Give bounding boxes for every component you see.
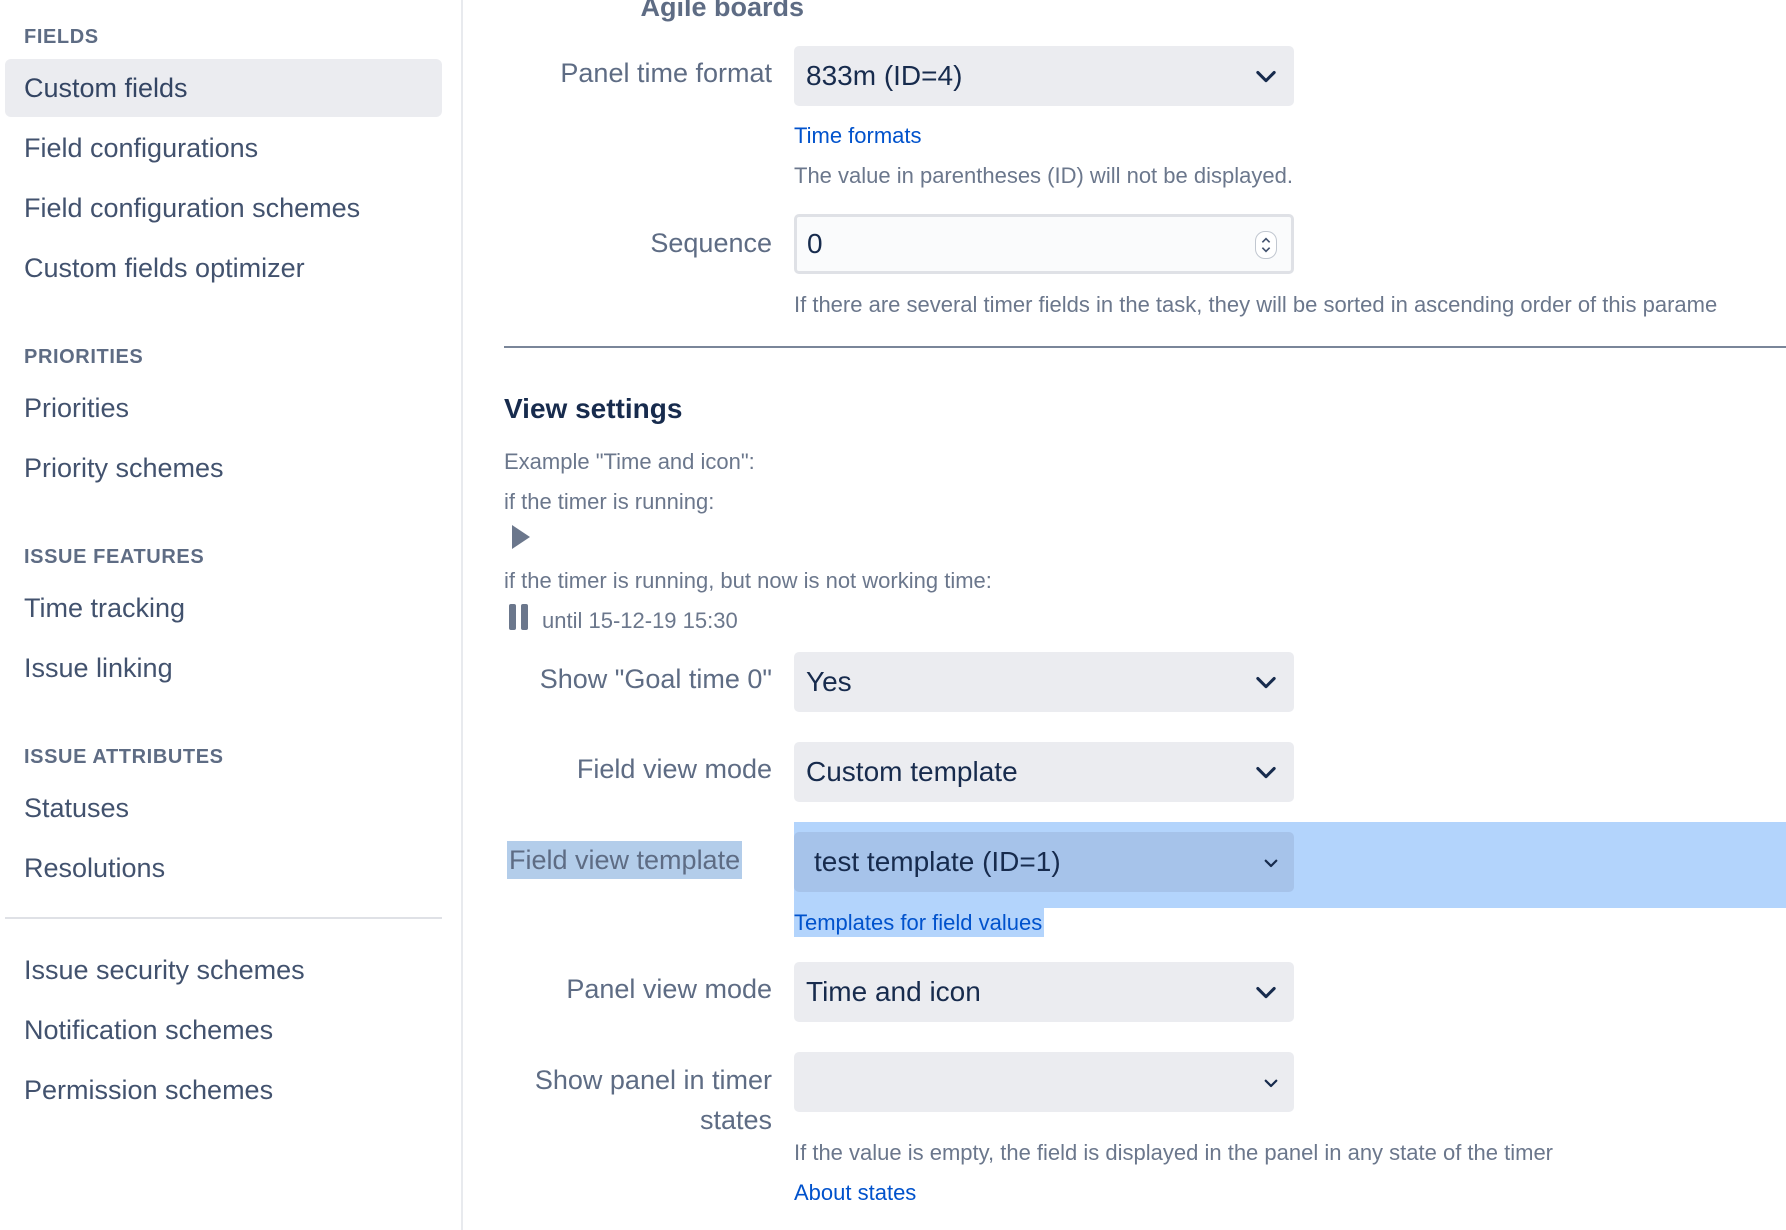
running-label: if the timer is running:: [504, 489, 715, 514]
show-panel-states-label: Show panel in timer states: [472, 1060, 772, 1140]
panel-time-format-select[interactable]: 833m (ID=4): [794, 46, 1294, 106]
section-header-fields: FIELDS: [24, 26, 99, 48]
panel-view-mode-select[interactable]: Time and icon: [794, 962, 1294, 1022]
sidebar-item-resolutions[interactable]: Resolutions: [5, 839, 442, 897]
pause-icon: [509, 604, 528, 630]
sidebar-item-priorities[interactable]: Priorities: [5, 379, 442, 437]
sidebar-item-field-configuration-schemes[interactable]: Field configuration schemes: [5, 179, 442, 237]
section-header-issue-attributes: ISSUE ATTRIBUTES: [24, 746, 224, 768]
field-view-template-value: test template (ID=1): [814, 846, 1061, 877]
show-goal-time-label: Show "Goal time 0": [539, 664, 772, 694]
chevron-down-icon: [1264, 859, 1278, 868]
sequence-input[interactable]: 0: [794, 214, 1294, 274]
sidebar-item-issue-linking[interactable]: Issue linking: [5, 639, 442, 697]
show-panel-states-help: If the value is empty, the field is disp…: [794, 1140, 1554, 1165]
panel-view-mode-label: Panel view mode: [566, 974, 772, 1004]
sidebar-item-time-tracking[interactable]: Time tracking: [5, 579, 442, 637]
section-header-issue-features: ISSUE FEATURES: [24, 546, 205, 568]
sidebar-item-custom-fields[interactable]: Custom fields: [5, 59, 442, 117]
sidebar-item-notification-schemes[interactable]: Notification schemes: [5, 1001, 442, 1059]
chevron-down-icon: [1256, 70, 1276, 83]
section-divider: [504, 346, 1786, 348]
sidebar-item-permission-schemes[interactable]: Permission schemes: [5, 1061, 442, 1119]
templates-for-field-values-link[interactable]: Templates for field values: [794, 908, 1045, 937]
field-view-template-label: Field view template: [507, 841, 743, 879]
until-text: until 15-12-19 15:30: [542, 608, 738, 633]
example-label: Example "Time and icon":: [504, 449, 755, 474]
sequence-label: Sequence: [650, 228, 772, 258]
about-states-link[interactable]: About states: [794, 1180, 916, 1206]
show-panel-states-label-line1: Show panel in timer: [534, 1065, 772, 1095]
sidebar-item-issue-security-schemes[interactable]: Issue security schemes: [5, 941, 442, 999]
view-settings-title: View settings: [504, 393, 683, 424]
panel-view-mode-value: Time and icon: [806, 976, 981, 1007]
time-formats-link[interactable]: Time formats: [794, 123, 922, 149]
field-view-template-select[interactable]: test template (ID=1): [794, 832, 1294, 892]
panel-time-format-value: 833m (ID=4): [806, 60, 963, 91]
sidebar-item-custom-fields-optimizer[interactable]: Custom fields optimizer: [5, 239, 442, 297]
chevron-down-icon: [1256, 986, 1276, 999]
not-working-label: if the timer is running, but now is not …: [504, 568, 992, 593]
chevron-down-icon: [1264, 1079, 1278, 1088]
chevron-down-icon: [1256, 676, 1276, 689]
app-root: FIELDS Custom fields Field configuration…: [0, 0, 1786, 1230]
show-goal-time-value: Yes: [806, 666, 852, 697]
sidebar-divider: [5, 917, 442, 919]
sequence-help: If there are several timer fields in the…: [794, 292, 1718, 317]
main-content: Agile boards Panel time format 833m (ID=…: [464, 0, 1786, 1230]
admin-sidebar: FIELDS Custom fields Field configuration…: [0, 0, 463, 1230]
agile-boards-label: Agile boards: [640, 0, 804, 22]
sequence-value: 0: [807, 228, 823, 259]
panel-time-format-label: Panel time format: [560, 58, 772, 88]
show-goal-time-select[interactable]: Yes: [794, 652, 1294, 712]
chevron-down-icon: [1256, 766, 1276, 779]
number-spinner-icon[interactable]: [1255, 231, 1277, 259]
show-panel-states-select[interactable]: [794, 1052, 1294, 1112]
field-view-mode-value: Custom template: [806, 756, 1018, 787]
sidebar-item-field-configurations[interactable]: Field configurations: [5, 119, 442, 177]
play-icon: [512, 525, 530, 549]
panel-time-format-help: The value in parentheses (ID) will not b…: [794, 163, 1293, 188]
section-header-priorities: PRIORITIES: [24, 346, 144, 368]
show-panel-states-label-line2: states: [699, 1105, 772, 1135]
sidebar-item-priority-schemes[interactable]: Priority schemes: [5, 439, 442, 497]
field-view-mode-label: Field view mode: [576, 754, 772, 784]
sidebar-item-statuses[interactable]: Statuses: [5, 779, 442, 837]
field-view-mode-select[interactable]: Custom template: [794, 742, 1294, 802]
